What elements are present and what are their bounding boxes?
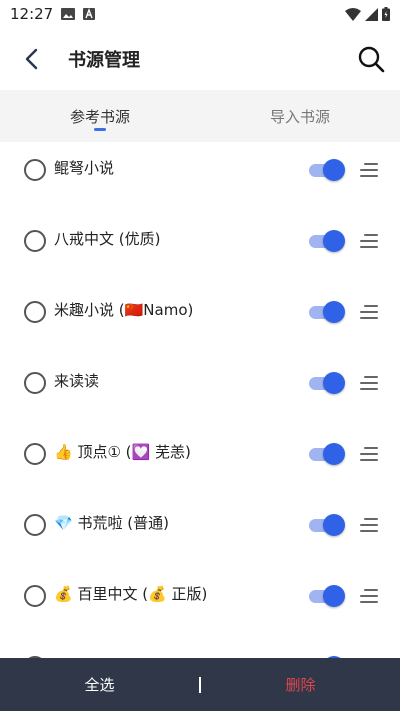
list-item[interactable]: 鲲弩小说 bbox=[0, 142, 400, 213]
enable-toggle[interactable] bbox=[309, 585, 345, 607]
list-item[interactable]: 八戒中文 (优质) bbox=[0, 213, 400, 284]
source-tabs: 参考书源 导入书源 bbox=[0, 90, 400, 142]
gallery-notification-icon bbox=[61, 8, 76, 20]
status-time: 12:27 bbox=[10, 5, 54, 23]
source-name: 米趣小说 (🇨🇳Namo) bbox=[54, 301, 194, 319]
wifi-icon bbox=[345, 7, 361, 21]
list-item[interactable] bbox=[0, 639, 400, 658]
select-radio[interactable] bbox=[24, 443, 46, 465]
signal-icon bbox=[365, 7, 378, 21]
enable-toggle[interactable] bbox=[309, 372, 345, 394]
drag-handle-icon[interactable] bbox=[360, 518, 378, 532]
status-right bbox=[345, 7, 390, 21]
source-name: 💎 书荒啦 (普通) bbox=[54, 514, 169, 532]
drag-handle-icon[interactable] bbox=[360, 305, 378, 319]
tab-reference-sources[interactable]: 参考书源 bbox=[0, 90, 200, 142]
enable-toggle[interactable] bbox=[309, 443, 345, 465]
list-item[interactable]: 💎 书荒啦 (普通) bbox=[0, 497, 400, 568]
select-radio[interactable] bbox=[24, 230, 46, 252]
back-arrow-icon[interactable] bbox=[20, 46, 46, 72]
status-bar: 12:27 bbox=[0, 0, 400, 28]
select-radio[interactable] bbox=[24, 514, 46, 536]
delete-button[interactable]: 删除 bbox=[201, 674, 400, 695]
select-radio[interactable] bbox=[24, 301, 46, 323]
enable-toggle[interactable] bbox=[309, 514, 345, 536]
search-icon[interactable] bbox=[356, 44, 386, 74]
list-item[interactable]: 米趣小说 (🇨🇳Namo) bbox=[0, 284, 400, 355]
list-item[interactable]: 👍 顶点① (💟 芜恙) bbox=[0, 426, 400, 497]
select-radio[interactable] bbox=[24, 372, 46, 394]
active-tab-indicator bbox=[94, 128, 106, 131]
source-list: 鲲弩小说 八戒中文 (优质) 米趣小说 (🇨🇳Namo) 来读读 👍 顶点① (… bbox=[0, 142, 400, 658]
drag-handle-icon[interactable] bbox=[360, 447, 378, 461]
source-name: 💰 百里中文 (💰 正版) bbox=[54, 585, 208, 603]
list-item[interactable]: 来读读 bbox=[0, 355, 400, 426]
enable-toggle[interactable] bbox=[309, 301, 345, 323]
select-radio[interactable] bbox=[24, 159, 46, 181]
page-title: 书源管理 bbox=[68, 50, 140, 71]
source-name: 鲲弩小说 bbox=[54, 159, 115, 177]
status-left: 12:27 bbox=[10, 5, 96, 23]
list-item[interactable]: 💰 百里中文 (💰 正版) bbox=[0, 568, 400, 639]
select-all-button[interactable]: 全选 bbox=[0, 674, 199, 695]
source-name: 来读读 bbox=[54, 372, 100, 390]
source-name: 八戒中文 (优质) bbox=[54, 230, 161, 248]
tab-label: 参考书源 bbox=[69, 107, 130, 126]
battery-icon bbox=[382, 7, 390, 21]
drag-handle-icon[interactable] bbox=[360, 234, 378, 248]
enable-toggle[interactable] bbox=[309, 159, 345, 181]
tab-label: 导入书源 bbox=[269, 107, 330, 126]
drag-handle-icon[interactable] bbox=[360, 376, 378, 390]
source-name: 👍 顶点① (💟 芜恙) bbox=[54, 443, 191, 461]
app-bar: 书源管理 bbox=[0, 28, 400, 90]
bottom-action-bar: 全选 删除 bbox=[0, 658, 400, 711]
enable-toggle[interactable] bbox=[309, 230, 345, 252]
drag-handle-icon[interactable] bbox=[360, 163, 378, 177]
tab-import-sources[interactable]: 导入书源 bbox=[200, 90, 400, 142]
drag-handle-icon[interactable] bbox=[360, 589, 378, 603]
app-notification-icon bbox=[83, 8, 96, 20]
select-radio[interactable] bbox=[24, 585, 46, 607]
